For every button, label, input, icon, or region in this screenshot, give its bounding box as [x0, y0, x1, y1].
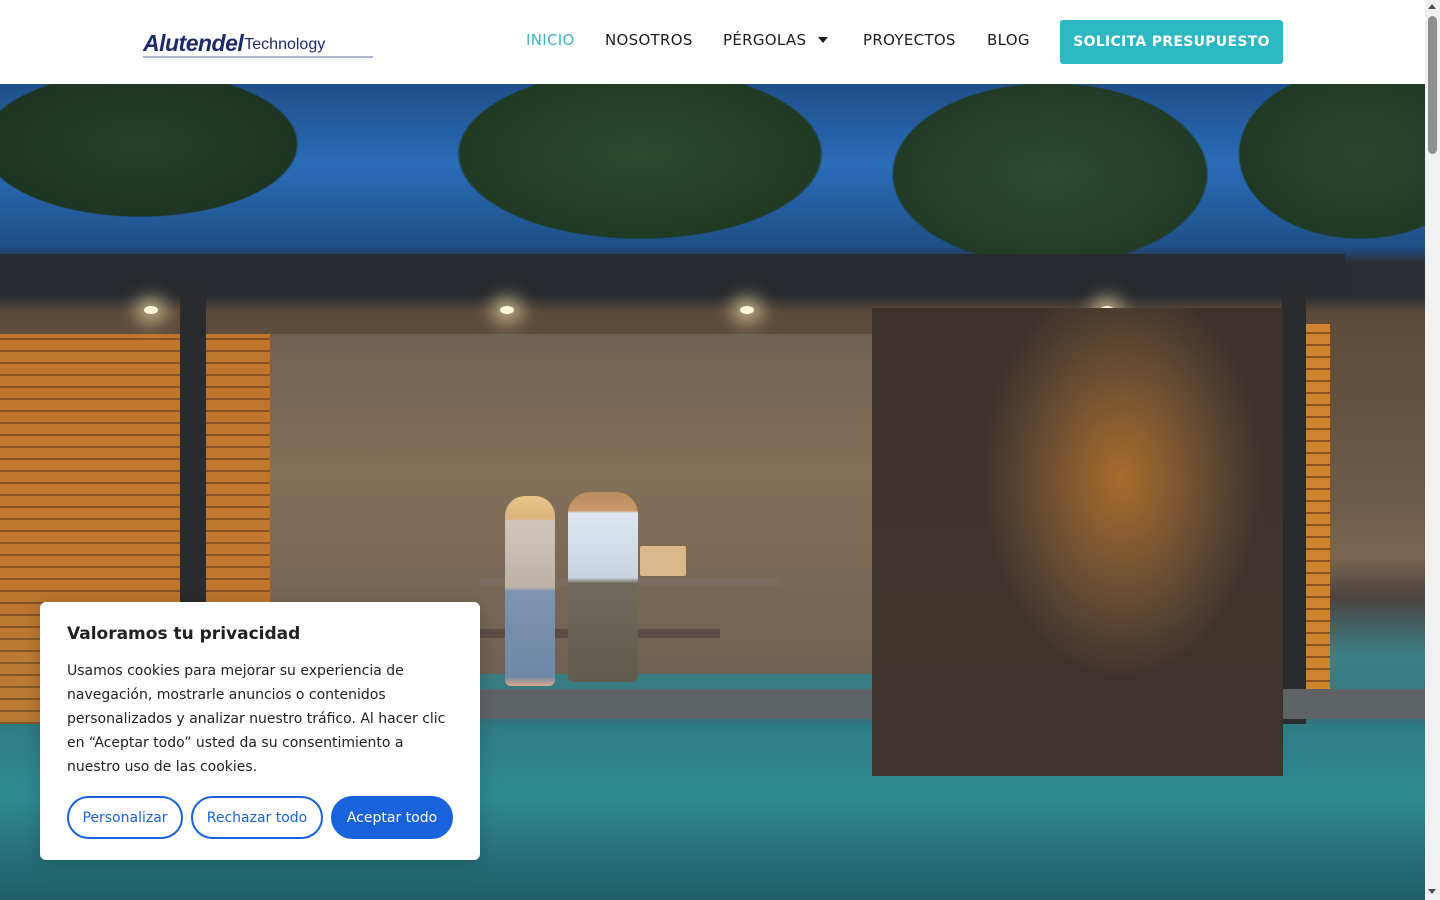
customize-cookies-button[interactable]: Personalizar [67, 796, 183, 839]
nav-item-blog[interactable]: BLOG [987, 31, 1030, 49]
logo-suffix: Technology [244, 36, 326, 53]
nav-item-pergolas-label: PÉRGOLAS [723, 31, 807, 49]
cookie-title: Valoramos tu privacidad [67, 624, 301, 644]
scroll-thumb[interactable] [1428, 16, 1437, 154]
hero-laptop [640, 546, 686, 576]
nav-item-pergolas[interactable]: PÉRGOLAS [723, 31, 829, 49]
hero-light [740, 306, 754, 314]
caret-down-icon [818, 36, 829, 43]
hero-light [500, 306, 514, 314]
scroll-up-arrow-icon[interactable] [1428, 4, 1436, 9]
hero-person-woman [505, 496, 555, 686]
hero-trees [0, 84, 1425, 259]
nav-item-proyectos[interactable]: PROYECTOS [863, 31, 956, 49]
hero-person-man [568, 492, 638, 682]
hero-light [144, 306, 158, 314]
reject-all-button[interactable]: Rechazar todo [191, 796, 323, 839]
site-logo[interactable]: Alutendel Technology [143, 28, 373, 58]
cookie-banner: Valoramos tu privacidad Usamos cookies p… [40, 602, 480, 860]
nav-item-nosotros[interactable]: NOSOTROS [605, 31, 693, 49]
scroll-down-arrow-icon[interactable] [1428, 889, 1436, 894]
accept-all-button[interactable]: Aceptar todo [331, 796, 453, 839]
blurred-image-panel [872, 308, 1283, 776]
nav-item-inicio[interactable]: INICIO [526, 31, 575, 49]
page-scrollbar[interactable] [1425, 0, 1440, 900]
logo-brand: Alutendel [143, 30, 244, 56]
logo-underline [143, 56, 373, 58]
request-quote-button[interactable]: SOLICITA PRESUPUESTO [1060, 20, 1283, 64]
cookie-text: Usamos cookies para mejorar su experienc… [67, 663, 446, 775]
site-header: Alutendel Technology INICIO NOSOTROS PÉR… [0, 0, 1425, 84]
hero-pergola-post-right [1282, 284, 1306, 724]
